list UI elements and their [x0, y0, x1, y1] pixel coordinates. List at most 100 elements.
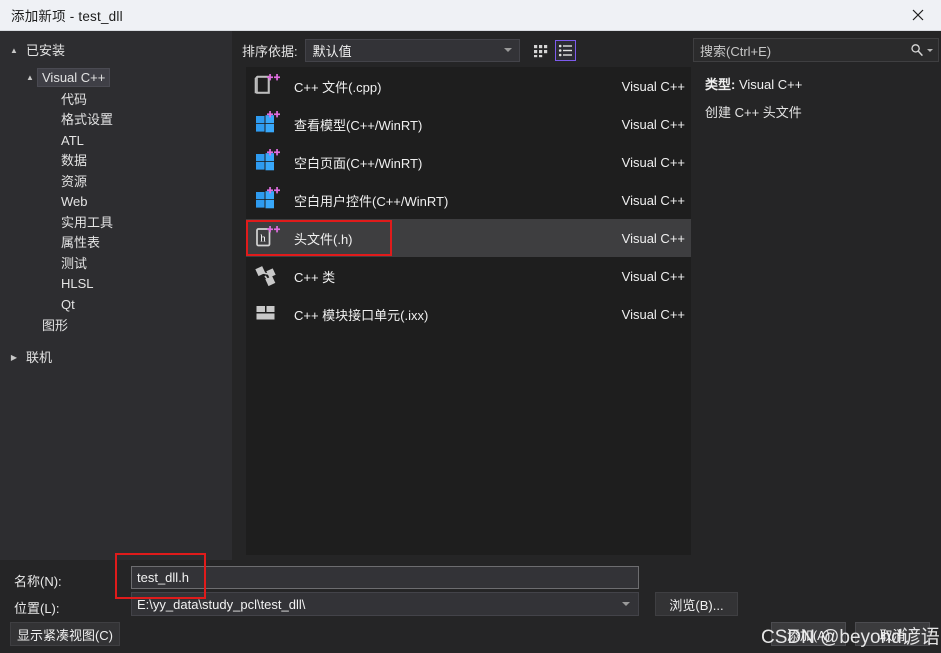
- tree-leaf-item[interactable]: 资源: [57, 171, 232, 192]
- name-label-wrap: 名称(N):: [14, 571, 62, 590]
- view-mode-buttons: [530, 39, 576, 61]
- caret-right-icon: ▶: [10, 353, 18, 362]
- svg-text:h: h: [260, 232, 266, 244]
- tree-leaf-item[interactable]: HLSL: [57, 274, 232, 295]
- template-list-item[interactable]: C++ 模块接口单元(.ixx) Visual C++: [246, 295, 691, 333]
- search-icon-group[interactable]: [910, 43, 933, 57]
- template-name: 查看模型(C++/WinRT): [294, 117, 423, 133]
- tree-leaf-label: 格式设置: [61, 112, 114, 128]
- cpp-file-icon: [254, 73, 280, 99]
- search-input[interactable]: 搜索(Ctrl+E): [693, 38, 939, 62]
- tree-node-online[interactable]: ▶ 联机: [6, 348, 232, 368]
- add-button-label: 添加(A): [786, 627, 831, 643]
- winrt-window-icon: [254, 111, 280, 137]
- winrt-window-icon: [256, 187, 280, 209]
- location-label-wrap: 位置(L):: [14, 598, 60, 617]
- template-list-item[interactable]: 空白用户控件(C++/WinRT) Visual C++: [246, 181, 691, 219]
- template-name: 空白用户控件(C++/WinRT): [294, 193, 449, 209]
- template-list-item[interactable]: C++ 文件(.cpp) Visual C++: [246, 67, 691, 105]
- tree-leaf-item[interactable]: 代码: [57, 89, 232, 110]
- template-list-item[interactable]: 空白页面(C++/WinRT) Visual C++: [246, 143, 691, 181]
- winrt-window-icon: [254, 187, 280, 213]
- header-file-icon: h: [254, 225, 280, 251]
- detail-type-label: 类型:: [705, 77, 736, 92]
- grid-view-button[interactable]: [530, 40, 551, 61]
- browse-button-label: 浏览(B)...: [669, 597, 724, 613]
- tree-leaf-item[interactable]: 实用工具: [57, 212, 232, 233]
- template-language: Visual C++: [621, 306, 685, 322]
- tree-leaf-item[interactable]: 格式设置: [57, 110, 232, 131]
- sort-by-dropdown[interactable]: 默认值: [304, 38, 520, 62]
- template-name: 头文件(.h): [294, 231, 353, 247]
- add-button[interactable]: 添加(A): [771, 622, 846, 646]
- tree-leaf-label: Web: [61, 194, 88, 210]
- tree-leaf-item[interactable]: Qt: [57, 294, 232, 315]
- tree-node-graphics[interactable]: 图形: [38, 315, 232, 336]
- name-input[interactable]: test_dll.h: [131, 566, 639, 589]
- detail-type-row: 类型: Visual C++: [705, 74, 935, 93]
- sort-by-label: 排序依据:: [242, 43, 298, 59]
- close-icon: [912, 9, 924, 21]
- header-file-icon: h: [256, 226, 280, 247]
- tree-node-graphics-label: 图形: [42, 317, 69, 333]
- detail-description: 创建 C++ 头文件: [705, 105, 802, 120]
- tree-leaf-label: 代码: [61, 91, 88, 107]
- chevron-down-icon: [622, 602, 630, 606]
- tree-node-visual-cpp[interactable]: ▲ Visual C++: [22, 67, 232, 87]
- tree-node-visual-cpp-label: Visual C++: [36, 67, 111, 87]
- installed-tree-panel: ▲ 已安装 ▲ Visual C++ 代码格式设置 ATL 数据资源 Web 实用工具属…: [0, 31, 232, 560]
- template-language: Visual C++: [621, 192, 685, 208]
- template-toolbar: 排序依据: 默认值: [239, 36, 691, 64]
- winrt-window-icon: [254, 149, 280, 175]
- winrt-window-icon: [256, 111, 280, 133]
- cpp-file-icon: [254, 74, 280, 94]
- template-name: 空白页面(C++/WinRT): [294, 155, 423, 171]
- tree-leaf-item[interactable]: 测试: [57, 253, 232, 274]
- tree-leaf-label: 实用工具: [61, 214, 114, 230]
- template-list-item[interactable]: h 头文件(.h) Visual C++: [246, 219, 691, 257]
- cpp-class-icon: [254, 263, 280, 289]
- tree-leaf-label: Qt: [61, 296, 75, 312]
- template-list-item[interactable]: 查看模型(C++/WinRT) Visual C++: [246, 105, 691, 143]
- location-combobox[interactable]: E:\yy_data\study_pcl\test_dll\: [131, 592, 639, 616]
- tree-node-installed-label: 已安装: [26, 42, 66, 58]
- template-list-item[interactable]: C++ 类 Visual C++: [246, 257, 691, 295]
- cancel-button[interactable]: 取消: [855, 622, 930, 646]
- template-language: Visual C++: [621, 78, 685, 94]
- list-view-icon: [558, 44, 572, 56]
- cpp-module-icon: [254, 301, 280, 327]
- tree-leaf-item[interactable]: Web: [57, 192, 232, 213]
- template-list[interactable]: C++ 文件(.cpp) Visual C++ 查看模型(C++/WinRT) Vis…: [246, 67, 691, 555]
- tree-leaf-item[interactable]: 属性表: [57, 233, 232, 254]
- template-language: Visual C++: [621, 268, 685, 284]
- template-language: Visual C++: [621, 116, 685, 132]
- tree-node-installed[interactable]: ▲ 已安装: [6, 40, 232, 60]
- chevron-down-icon: [503, 48, 512, 52]
- show-compact-view-button[interactable]: 显示紧凑视图(C): [10, 622, 120, 646]
- browse-button[interactable]: 浏览(B)...: [655, 592, 738, 616]
- tree-leaf-label: ATL: [61, 132, 84, 148]
- detail-panel: 搜索(Ctrl+E) 类型: Visual C++ 创建 C++ 头文件: [691, 31, 941, 560]
- template-language: Visual C++: [621, 154, 685, 170]
- template-section: 排序依据: 默认值 C++ 文件(.cpp) Visual C++ 查看模型(C…: [239, 31, 691, 560]
- template-name: C++ 文件(.cpp): [294, 79, 382, 95]
- tree-leaf-label: HLSL: [61, 276, 94, 292]
- template-language: Visual C++: [621, 230, 685, 246]
- sort-by-value: 默认值: [312, 43, 352, 59]
- tree-leaf-label: 数据: [61, 153, 88, 169]
- tree-leaf-label: 测试: [61, 255, 88, 271]
- window-title: 添加新项 - test_dll: [11, 9, 123, 24]
- caret-down-icon: ▲: [10, 45, 18, 55]
- location-value: E:\yy_data\study_pcl\test_dll\: [137, 596, 306, 612]
- bottom-form: 名称(N): test_dll.h 位置(L): E:\yy_data\stud…: [0, 560, 941, 653]
- list-view-button[interactable]: [554, 39, 576, 61]
- name-input-value: test_dll.h: [137, 570, 190, 585]
- search-icon: [911, 44, 923, 57]
- tree-leaf-item[interactable]: ATL: [57, 130, 232, 151]
- name-label: 名称(N):: [14, 574, 62, 589]
- detail-type-value: Visual C++: [738, 77, 803, 92]
- cpp-module-icon: [256, 306, 275, 320]
- caret-down-icon: ▲: [26, 72, 34, 82]
- tree-leaf-item[interactable]: 数据: [57, 151, 232, 172]
- close-button[interactable]: [895, 0, 941, 30]
